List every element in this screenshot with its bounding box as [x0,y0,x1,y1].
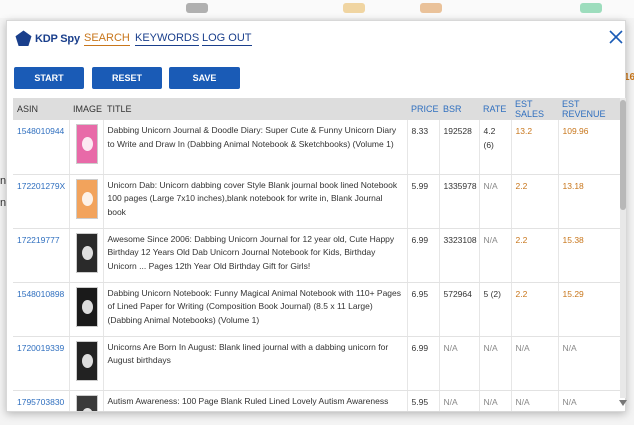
logo-text: KDP Spy [35,32,80,45]
title-cell: Dabbing Unicorn Journal & Doodle Diary: … [103,120,408,175]
est-sales-cell: 2.2 [511,282,559,337]
book-cover-thumbnail[interactable] [75,124,98,164]
table-row: 1548010898 Dabbing Unicorn Notebook: Fun… [13,282,621,337]
est-revenue-cell: 15.29 [558,282,621,337]
page-scrollbar-thumb[interactable] [620,100,626,210]
bsr-cell: N/A [439,336,480,391]
title-cell: Unicorns Are Born In August: Blank lined… [103,336,408,391]
price-cell: 5.99 [407,174,440,229]
pentagon-logo-icon [15,30,32,46]
bsr-cell: N/A [439,390,480,411]
bsr-cell: 572964 [439,282,480,337]
price-cell: 5.95 [407,390,440,411]
unicorn-icon [81,407,93,411]
asin-link[interactable]: 1548010944 [13,120,70,175]
book-cover-thumbnail[interactable] [75,286,98,327]
image-cell [69,390,104,411]
column-header-image[interactable]: IMAGE [69,98,103,120]
table-row: 1795703830 Autism Awareness: 100 Page Bl… [13,390,621,411]
unicorn-icon [81,353,93,368]
asin-link[interactable]: 172219777 [13,228,70,283]
est-revenue-cell: 15.38 [558,228,621,283]
reset-button[interactable]: RESET [92,67,162,89]
nav-search[interactable]: SEARCH [84,32,130,46]
unicorn-icon [81,245,93,260]
est-sales-cell: 2.2 [511,228,559,283]
start-button[interactable]: START [14,67,84,89]
book-cover-thumbnail[interactable] [75,178,98,219]
book-cover-thumbnail[interactable] [75,340,98,381]
background-decoration [343,3,365,13]
image-cell [69,120,104,175]
column-header-price[interactable]: PRICE [407,98,439,120]
save-button[interactable]: SAVE [169,67,240,89]
unicorn-icon [81,191,93,206]
panel-header: KDP Spy SEARCH KEYWORDS LOG OUT [7,21,625,57]
column-header-est-sales[interactable]: EST SALES [511,98,558,120]
title-cell: Autism Awareness: 100 Page Blank Ruled L… [103,390,408,411]
table-row: 1548010944 Dabbing Unicorn Journal & Doo… [13,120,621,175]
image-cell [69,174,104,229]
bsr-cell: 192528 [439,120,480,175]
nav-keywords[interactable]: KEYWORDS [135,32,200,46]
table-header-row: ASIN IMAGE TITLE PRICE BSR RATE EST SALE… [13,98,621,120]
rate-cell: 5 (2) [479,282,512,337]
bsr-cell: 1335978 [439,174,480,229]
rate-cell: N/A [479,174,512,229]
est-revenue-cell: N/A [558,390,621,411]
background-top-strip [0,0,634,18]
image-cell [69,282,104,337]
asin-link[interactable]: 1720019339 [13,336,70,391]
price-cell: 6.99 [407,336,440,391]
title-cell: Awesome Since 2006: Dabbing Unicorn Jour… [103,228,408,283]
image-cell [69,336,104,391]
table-row: 1720019339 Unicorns Are Born In August: … [13,336,621,391]
est-sales-cell: 13.2 [511,120,559,175]
rate-cell: N/A [479,228,512,283]
asin-link[interactable]: 172201279X [13,174,70,229]
unicorn-icon [81,137,93,151]
background-decoration [420,3,442,13]
close-icon[interactable] [607,28,625,46]
price-cell: 8.33 [407,120,440,175]
column-header-title[interactable]: TITLE [103,98,407,120]
price-cell: 6.95 [407,282,440,337]
results-table: ASIN IMAGE TITLE PRICE BSR RATE EST SALE… [13,98,621,411]
est-sales-cell: N/A [511,390,559,411]
scroll-down-arrow-icon[interactable] [618,399,628,407]
image-cell [69,228,104,283]
rate-cell: N/A [479,390,512,411]
background-decoration [186,3,208,13]
unicorn-icon [81,299,93,314]
asin-link[interactable]: 1548010898 [13,282,70,337]
column-header-rate[interactable]: RATE [479,98,511,120]
bsr-cell: 3323108 [439,228,480,283]
rate-cell: 4.2 (6) [479,120,512,175]
table-row: 172219777 Awesome Since 2006: Dabbing Un… [13,228,621,283]
est-revenue-cell: N/A [558,336,621,391]
table-row: 172201279X Unicorn Dab: Unicorn dabbing … [13,174,621,229]
column-header-est-revenue[interactable]: EST REVENUE [558,98,621,120]
est-sales-cell: N/A [511,336,559,391]
title-cell: Unicorn Dab: Unicorn dabbing cover Style… [103,174,408,229]
kdp-spy-panel: KDP Spy SEARCH KEYWORDS LOG OUT START RE… [6,20,626,412]
rate-cell: N/A [479,336,512,391]
column-header-asin[interactable]: ASIN [13,98,69,120]
column-header-bsr[interactable]: BSR [439,98,479,120]
logo: KDP Spy [15,30,80,47]
est-sales-cell: 2.2 [511,174,559,229]
asin-link[interactable]: 1795703830 [13,390,70,411]
est-revenue-cell: 13.18 [558,174,621,229]
book-cover-thumbnail[interactable] [75,394,98,411]
title-cell: Dabbing Unicorn Notebook: Funny Magical … [103,282,408,337]
background-decoration [580,3,602,13]
price-cell: 6.99 [407,228,440,283]
nav-logout[interactable]: LOG OUT [202,32,252,46]
book-cover-thumbnail[interactable] [75,232,98,273]
est-revenue-cell: 109.96 [558,120,621,175]
